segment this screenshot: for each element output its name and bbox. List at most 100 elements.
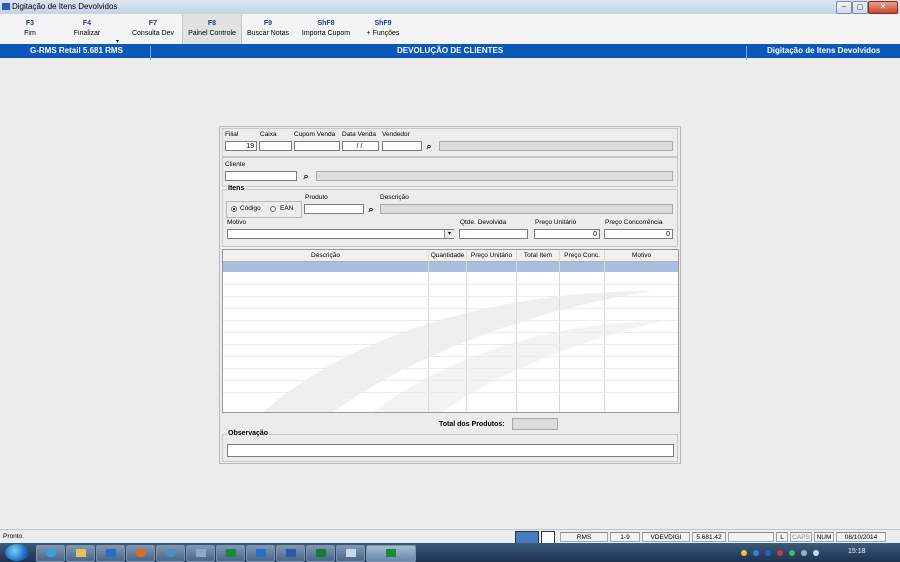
toolbar-button-importa-cupom[interactable]: ShF8 Importa Cupom xyxy=(296,14,356,44)
status-date: 08/10/2014 xyxy=(836,532,886,542)
preco-concorrencia-field[interactable]: 0 xyxy=(604,229,673,239)
shortcut-key: F8 xyxy=(207,20,217,27)
cupom-venda-label: Cupom Venda xyxy=(294,131,336,138)
grid-row-line xyxy=(223,356,678,357)
taskbar-firefox-icon[interactable] xyxy=(126,545,155,562)
status-version: 5.681.42 xyxy=(692,532,726,542)
toolbar-button-consulta-dev[interactable]: F7 Consulta Dev xyxy=(128,14,178,44)
button-label: Painel Controle xyxy=(188,30,236,37)
filial-field[interactable]: 19 xyxy=(225,141,257,151)
taskbar-rms-active[interactable] xyxy=(366,545,416,562)
grid-header: Descrição Quantidade Preço Unitário Tota… xyxy=(223,250,678,262)
grid-column-line xyxy=(559,250,560,412)
toolbar-button-buscar-notas[interactable]: F9 Buscar Notas xyxy=(244,14,292,44)
grid-column-line xyxy=(604,250,605,412)
col-header-preco-conc[interactable]: Preço Conc. xyxy=(560,252,604,259)
grid-column-line xyxy=(428,250,429,412)
vendedor-name-display xyxy=(439,141,673,151)
button-label: + Funções xyxy=(366,30,400,37)
cupom-venda-field[interactable] xyxy=(294,141,340,151)
caixa-field[interactable] xyxy=(259,141,292,151)
descricao-label: Descrição xyxy=(380,194,409,201)
col-header-motivo[interactable]: Motivo xyxy=(605,252,678,259)
motivo-select[interactable] xyxy=(227,229,454,239)
close-button[interactable]: ✕ xyxy=(868,1,898,14)
binoculars-icon[interactable]: ⌕ xyxy=(299,170,313,182)
taskbar-explorer-icon[interactable] xyxy=(66,545,95,562)
observacao-field[interactable] xyxy=(227,444,674,457)
status-bar: Pronto. RMS 1-9 VDEVDIGI 5.681.42 L CAPS… xyxy=(0,529,900,544)
taskbar-lync-icon[interactable] xyxy=(246,545,275,562)
grid-row-line xyxy=(223,320,678,321)
grid-row-line xyxy=(223,284,678,285)
start-button[interactable] xyxy=(5,544,29,561)
taskbar-ie-icon[interactable] xyxy=(36,545,65,562)
toolbar-button-mais-funcoes[interactable]: ShF9 + Funções xyxy=(360,14,406,44)
grid-row-line xyxy=(223,296,678,297)
grid-row-line xyxy=(223,380,678,381)
col-header-quantidade[interactable]: Quantidade xyxy=(429,252,466,259)
grid-row-line xyxy=(223,392,678,393)
total-produtos-label: Total dos Produtos: xyxy=(439,421,505,428)
shortcut-key: ShF8 xyxy=(317,20,335,27)
taskbar-browser-icon[interactable] xyxy=(156,545,185,562)
taskbar-clock[interactable]: 15:18 xyxy=(848,548,866,555)
taskbar-excel-icon[interactable] xyxy=(306,545,335,562)
status-caps: CAPS xyxy=(790,532,812,542)
total-produtos-value xyxy=(512,418,558,430)
maximize-button[interactable]: ◻ xyxy=(852,1,868,14)
taskbar-app-icon[interactable] xyxy=(186,545,215,562)
status-filial-range: 1-9 xyxy=(610,532,640,542)
screen-title: DEVOLUÇÃO DE CLIENTES xyxy=(397,46,504,55)
status-empty xyxy=(728,532,774,542)
taskbar-outlook-icon[interactable] xyxy=(96,545,125,562)
col-header-preco-unitario[interactable]: Preço Unitário xyxy=(467,252,516,259)
items-grid[interactable]: Descrição Quantidade Preço Unitário Tota… xyxy=(222,249,679,413)
data-venda-field[interactable]: / / xyxy=(342,141,379,151)
taskbar-rms-icon[interactable] xyxy=(216,545,245,562)
col-header-total-item[interactable]: Total Item xyxy=(517,252,559,259)
function-toolbar: F3 Fim F4 Finalizar ▾ F7 Consulta Dev F8… xyxy=(0,14,900,45)
button-label: Importa Cupom xyxy=(301,30,351,37)
binoculars-icon[interactable]: ⌕ xyxy=(364,203,378,215)
product-version: G-RMS Retail 5.681 RMS xyxy=(30,46,123,55)
vendedor-field[interactable] xyxy=(382,141,422,151)
table-row-selected[interactable] xyxy=(223,262,678,272)
cliente-field[interactable] xyxy=(225,171,297,181)
band-divider xyxy=(746,46,747,60)
band-divider xyxy=(150,46,151,60)
shortcut-key: F4 xyxy=(82,20,92,27)
toolbar-button-painel-controle[interactable]: F8 Painel Controle xyxy=(182,14,242,44)
produto-label: Produto xyxy=(305,194,328,201)
taskbar-notepad-icon[interactable] xyxy=(336,545,365,562)
produto-field[interactable] xyxy=(304,204,364,214)
title-bar: Digitação de Itens Devolvidos – ◻ ✕ xyxy=(0,0,900,14)
grid-column-line xyxy=(516,250,517,412)
filial-label: Filial xyxy=(225,131,239,138)
taskbar-word-icon[interactable] xyxy=(276,545,305,562)
shortcut-key: ShF9 xyxy=(374,20,392,27)
status-program: VDEVDIGI xyxy=(642,532,690,542)
minimize-button[interactable]: – xyxy=(836,1,852,14)
binoculars-icon[interactable]: ⌕ xyxy=(422,140,436,152)
status-system: RMS xyxy=(560,532,608,542)
grid-row-line xyxy=(223,332,678,333)
qtde-devolvida-field[interactable] xyxy=(459,229,528,239)
descricao-display xyxy=(380,204,673,214)
caixa-label: Caixa xyxy=(260,131,277,138)
data-venda-label: Data Venda xyxy=(342,131,376,138)
button-label: Fim xyxy=(24,30,36,37)
cliente-label: Cliente xyxy=(225,161,246,168)
header-band: G-RMS Retail 5.681 RMS DEVOLUÇÃO DE CLIE… xyxy=(0,44,900,60)
shortcut-key: F7 xyxy=(148,20,158,27)
preco-unitario-field[interactable]: 0 xyxy=(534,229,600,239)
col-header-descricao[interactable]: Descrição xyxy=(223,252,428,259)
chevron-down-icon[interactable]: ▾ xyxy=(444,230,454,238)
toolbar-button-fim[interactable]: F3 Fim xyxy=(10,14,50,44)
grid-row-line xyxy=(223,344,678,345)
itens-group-title: Itens xyxy=(227,185,246,192)
shortcut-key: F9 xyxy=(263,20,273,27)
shortcut-key: F3 xyxy=(25,20,35,27)
window-title: Digitação de Itens Devolvidos xyxy=(12,2,118,11)
toolbar-button-finalizar[interactable]: F4 Finalizar xyxy=(62,14,112,44)
